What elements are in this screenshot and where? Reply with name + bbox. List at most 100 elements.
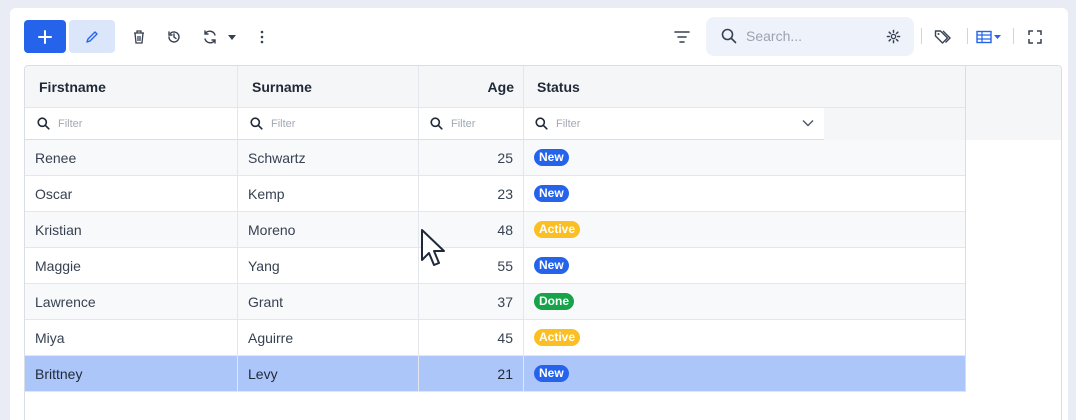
history-button[interactable] (161, 20, 187, 53)
cell-firstname[interactable]: Oscar (25, 176, 237, 211)
more-button[interactable] (250, 20, 274, 53)
cell-surname[interactable]: Aguirre (238, 320, 418, 355)
table-row[interactable]: Brittney Levy 21 New (25, 356, 965, 392)
cell-status[interactable]: New (524, 176, 964, 211)
table-row[interactable]: Oscar Kemp 23 New (25, 176, 965, 212)
cell-surname[interactable]: Kemp (238, 176, 418, 211)
grid-panel: Firstname Surname Age Status Filter Filt… (10, 8, 1068, 420)
cell-status[interactable]: Done (524, 284, 964, 319)
status-badge: New (534, 149, 569, 166)
filter-lines-icon (674, 30, 690, 43)
cell-firstname[interactable]: Miya (25, 320, 237, 355)
cell-status[interactable]: New (524, 356, 964, 391)
cell-surname[interactable]: Moreno (238, 212, 418, 247)
cell-age[interactable]: 37 (419, 284, 523, 319)
column-header-age[interactable]: Age (419, 66, 524, 108)
filter-status-select[interactable]: Filter (524, 108, 824, 140)
cell-firstname[interactable]: Renee (25, 140, 237, 175)
cell-surname[interactable]: Grant (238, 284, 418, 319)
cell-status[interactable]: New (524, 248, 964, 283)
gear-icon[interactable] (886, 29, 901, 44)
cell-firstname[interactable]: Brittney (25, 356, 237, 391)
columns-button[interactable] (974, 20, 1004, 53)
filter-age[interactable]: Filter (419, 108, 523, 140)
add-button[interactable] (24, 20, 66, 53)
search-icon (721, 28, 737, 44)
firstname-text: Miya (35, 329, 65, 346)
status-badge: Active (534, 221, 581, 238)
status-badge: Done (534, 293, 574, 310)
age-text: 55 (497, 257, 513, 274)
status-badge: Active (534, 329, 581, 346)
search-input[interactable] (746, 25, 876, 47)
column-divider (237, 66, 238, 392)
firstname-text: Brittney (35, 365, 83, 382)
surname-text: Moreno (248, 221, 296, 238)
pencil-icon (86, 30, 98, 43)
cell-age[interactable]: 45 (419, 320, 523, 355)
table-row[interactable]: Miya Aguirre 45 Active (25, 320, 965, 356)
cell-status[interactable]: Active (524, 320, 964, 355)
cell-firstname[interactable]: Lawrence (25, 284, 237, 319)
age-text: 45 (497, 329, 513, 346)
cell-age[interactable]: 21 (419, 356, 523, 391)
history-icon (168, 30, 180, 43)
firstname-text: Lawrence (35, 293, 96, 310)
status-badge: New (534, 365, 569, 382)
table-row[interactable]: Lawrence Grant 37 Done (25, 284, 965, 320)
table-row[interactable]: Kristian Moreno 48 Active (25, 212, 965, 248)
firstname-text: Renee (35, 149, 77, 166)
cell-status[interactable]: Active (524, 212, 964, 247)
cell-age[interactable]: 23 (419, 176, 523, 211)
cell-surname[interactable]: Schwartz (238, 140, 418, 175)
toolbar-divider (921, 28, 922, 44)
search-icon (535, 117, 548, 130)
surname-text: Levy (248, 365, 278, 382)
cell-surname[interactable]: Yang (238, 248, 418, 283)
caret-down-icon (228, 34, 236, 40)
refresh-menu-button[interactable] (224, 20, 240, 53)
tags-button[interactable] (930, 20, 956, 53)
cell-firstname[interactable]: Maggie (25, 248, 237, 283)
cell-age[interactable]: 25 (419, 140, 523, 175)
cell-status[interactable]: New (524, 140, 964, 175)
column-header-surname[interactable]: Surname (238, 66, 419, 108)
age-text: 48 (497, 221, 513, 238)
fullscreen-icon (1028, 29, 1042, 44)
column-header-firstname[interactable]: Firstname (25, 66, 238, 108)
delete-button[interactable] (126, 20, 152, 53)
age-text: 21 (497, 365, 513, 382)
status-badge: New (534, 257, 569, 274)
column-header-status[interactable]: Status (524, 66, 965, 108)
column-divider (418, 66, 419, 392)
firstname-text: Maggie (35, 257, 81, 274)
toolbar-divider (967, 28, 968, 44)
data-grid: Firstname Surname Age Status Filter Filt… (24, 65, 1062, 420)
search-icon (37, 117, 50, 130)
fullscreen-button[interactable] (1022, 20, 1048, 53)
trash-icon (134, 30, 144, 44)
refresh-button[interactable] (197, 20, 223, 53)
mouse-cursor-icon (421, 229, 445, 266)
cell-firstname[interactable]: Kristian (25, 212, 237, 247)
age-text: 25 (497, 149, 513, 166)
more-vertical-icon (260, 30, 264, 43)
toolbar-divider (1013, 28, 1014, 44)
table-row[interactable]: Renee Schwartz 25 New (25, 140, 965, 176)
filter-placeholder: Filter (271, 117, 296, 130)
surname-text: Aguirre (248, 329, 294, 346)
surname-text: Schwartz (248, 149, 306, 166)
column-divider (965, 66, 966, 392)
filter-firstname[interactable]: Filter (25, 108, 237, 140)
surname-text: Yang (248, 257, 280, 274)
chevron-down-icon[interactable] (802, 119, 814, 127)
cell-surname[interactable]: Levy (238, 356, 418, 391)
table-row[interactable]: Maggie Yang 55 New (25, 248, 965, 284)
edit-button[interactable] (69, 20, 115, 53)
filter-surname[interactable]: Filter (238, 108, 418, 140)
table-columns-icon (976, 30, 1001, 43)
column-divider (523, 66, 524, 392)
tag-icon (934, 29, 951, 44)
firstname-text: Kristian (35, 221, 82, 238)
filter-toggle-button[interactable] (669, 20, 695, 53)
